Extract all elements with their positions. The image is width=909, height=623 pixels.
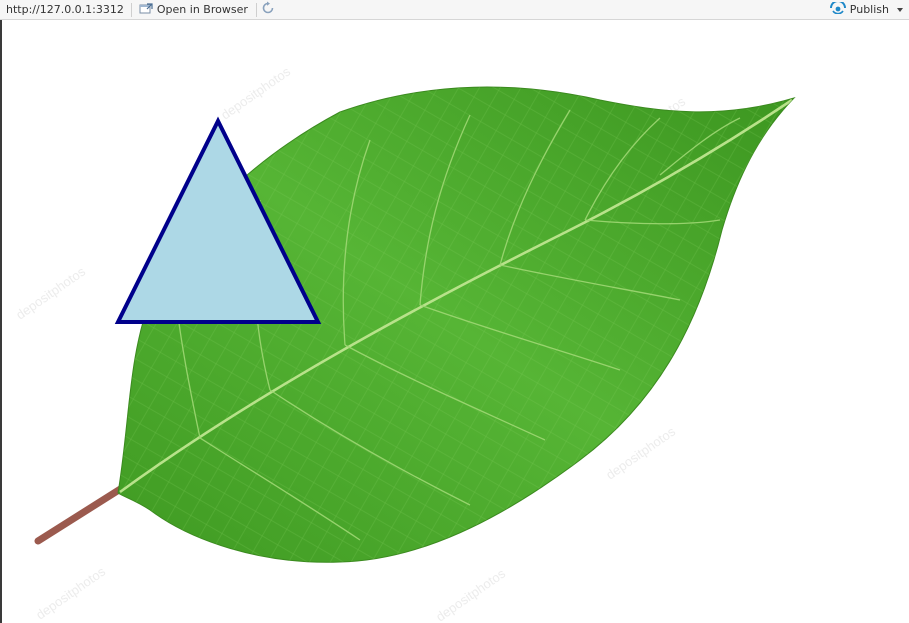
plot-scene: depositphotos depositphotos depositphoto… bbox=[13, 63, 796, 623]
leaf-stem bbox=[34, 484, 126, 545]
watermark-text: depositphotos bbox=[13, 263, 88, 322]
watermark-text: depositphotos bbox=[603, 423, 678, 482]
app-window: http://127.0.0.1:3312 Open in Browser Pu… bbox=[0, 0, 909, 623]
leaf-image bbox=[34, 86, 796, 563]
watermark-text: depositphotos bbox=[33, 563, 108, 622]
watermark-text: depositphotos bbox=[433, 565, 508, 623]
watermark-text: depositphotos bbox=[218, 63, 293, 122]
